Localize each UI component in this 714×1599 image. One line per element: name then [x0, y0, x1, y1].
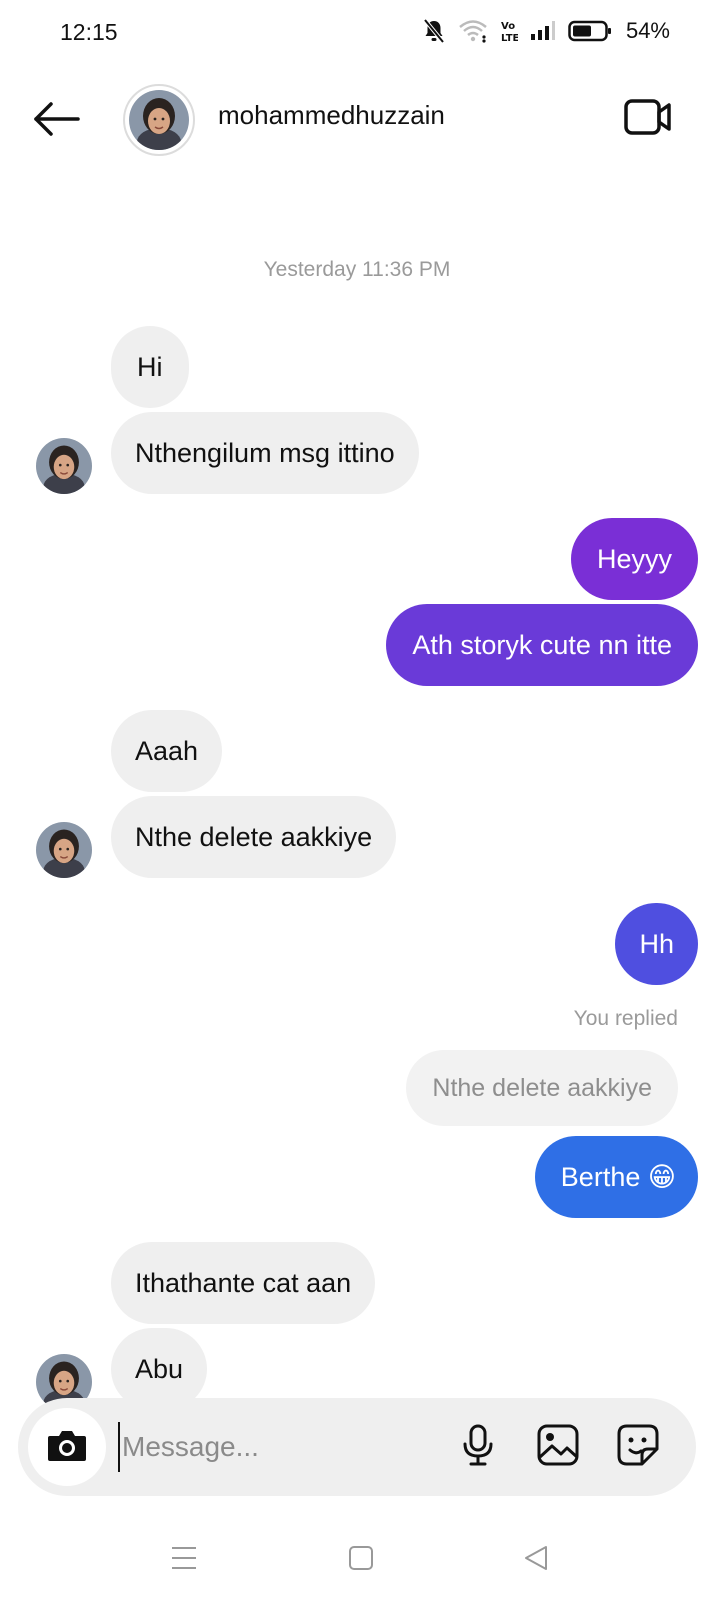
- gallery-icon: [536, 1423, 580, 1472]
- message-bubble-incoming[interactable]: Aaah: [111, 710, 223, 792]
- message-bubble-outgoing[interactable]: Ath storyk cute nn itte: [386, 604, 698, 686]
- message-bubble-incoming[interactable]: Hi: [111, 326, 189, 408]
- message-text: Heyyy: [596, 543, 672, 574]
- status-time: 12:15: [60, 19, 118, 45]
- message-text: Ath storyk cute nn itte: [412, 629, 672, 660]
- camera-icon: [46, 1427, 88, 1468]
- wifi-icon: [458, 19, 488, 43]
- avatar-image: [129, 90, 189, 150]
- status-bar: 12:15 Vo LTE 54%: [0, 0, 714, 66]
- svg-text:LTE: LTE: [501, 33, 518, 43]
- message-text: Ithathante cat aan: [135, 1267, 352, 1298]
- sticker-button[interactable]: [614, 1423, 662, 1471]
- camera-button[interactable]: [28, 1408, 106, 1486]
- message-text: Aaah: [135, 735, 199, 766]
- battery-icon: [568, 19, 612, 43]
- message-text: Abu: [135, 1353, 184, 1384]
- message-bubble-outgoing[interactable]: Hh: [615, 903, 698, 985]
- svg-text:Vo: Vo: [501, 21, 515, 32]
- message-bubble-incoming[interactable]: Nthengilum msg ittino: [111, 412, 419, 494]
- system-back-button[interactable]: [516, 1540, 556, 1580]
- back-triangle-icon: [522, 1544, 550, 1577]
- signal-icon: [530, 20, 556, 42]
- voice-message-button[interactable]: [454, 1423, 502, 1471]
- message-bubble-outgoing[interactable]: Berthe 😁: [534, 1136, 698, 1218]
- home-square-icon: [348, 1545, 374, 1576]
- sticker-icon: [616, 1423, 660, 1472]
- message-text: Hh: [639, 928, 674, 959]
- microphone-icon: [460, 1423, 496, 1472]
- message-text: Berthe 😁: [560, 1161, 676, 1192]
- message-bubble-incoming[interactable]: Nthe delete aakkiye: [111, 796, 397, 878]
- message-composer: [18, 1398, 696, 1496]
- message-text: Nthengilum msg ittino: [135, 437, 395, 468]
- back-button[interactable]: [28, 98, 84, 144]
- reply-quote-text: Nthe delete aakkiye: [432, 1073, 652, 1102]
- reply-label: You replied: [573, 1007, 678, 1030]
- thread-timestamp: Yesterday 11:36 PM: [263, 258, 451, 281]
- mute-bell-icon: [422, 18, 446, 44]
- message-text: Hi: [137, 351, 163, 382]
- video-call-button[interactable]: [622, 96, 674, 142]
- video-call-icon: [623, 96, 673, 143]
- sender-avatar[interactable]: [36, 438, 92, 494]
- sender-avatar[interactable]: [36, 822, 92, 878]
- gallery-button[interactable]: [534, 1423, 582, 1471]
- profile-avatar[interactable]: [123, 84, 195, 156]
- chat-header: mohammedhuzzain: [0, 74, 714, 170]
- battery-percentage: 54%: [625, 18, 670, 43]
- volte-icon: Vo LTE: [500, 19, 518, 43]
- message-input[interactable]: [118, 1422, 438, 1472]
- message-text: Nthe delete aakkiye: [135, 821, 373, 852]
- reply-quote-bubble[interactable]: Nthe delete aakkiye: [406, 1050, 678, 1126]
- message-bubble-incoming[interactable]: Ithathante cat aan: [111, 1242, 376, 1324]
- arrow-left-icon: [32, 101, 80, 142]
- status-icons: Vo LTE 54%: [422, 18, 670, 44]
- message-bubble-outgoing[interactable]: Heyyy: [570, 518, 698, 600]
- menu-lines-icon: [170, 1545, 198, 1576]
- chat-username[interactable]: mohammedhuzzain: [218, 100, 445, 131]
- recents-button[interactable]: [164, 1540, 204, 1580]
- home-button[interactable]: [341, 1540, 381, 1580]
- system-nav-bar: [0, 1510, 714, 1599]
